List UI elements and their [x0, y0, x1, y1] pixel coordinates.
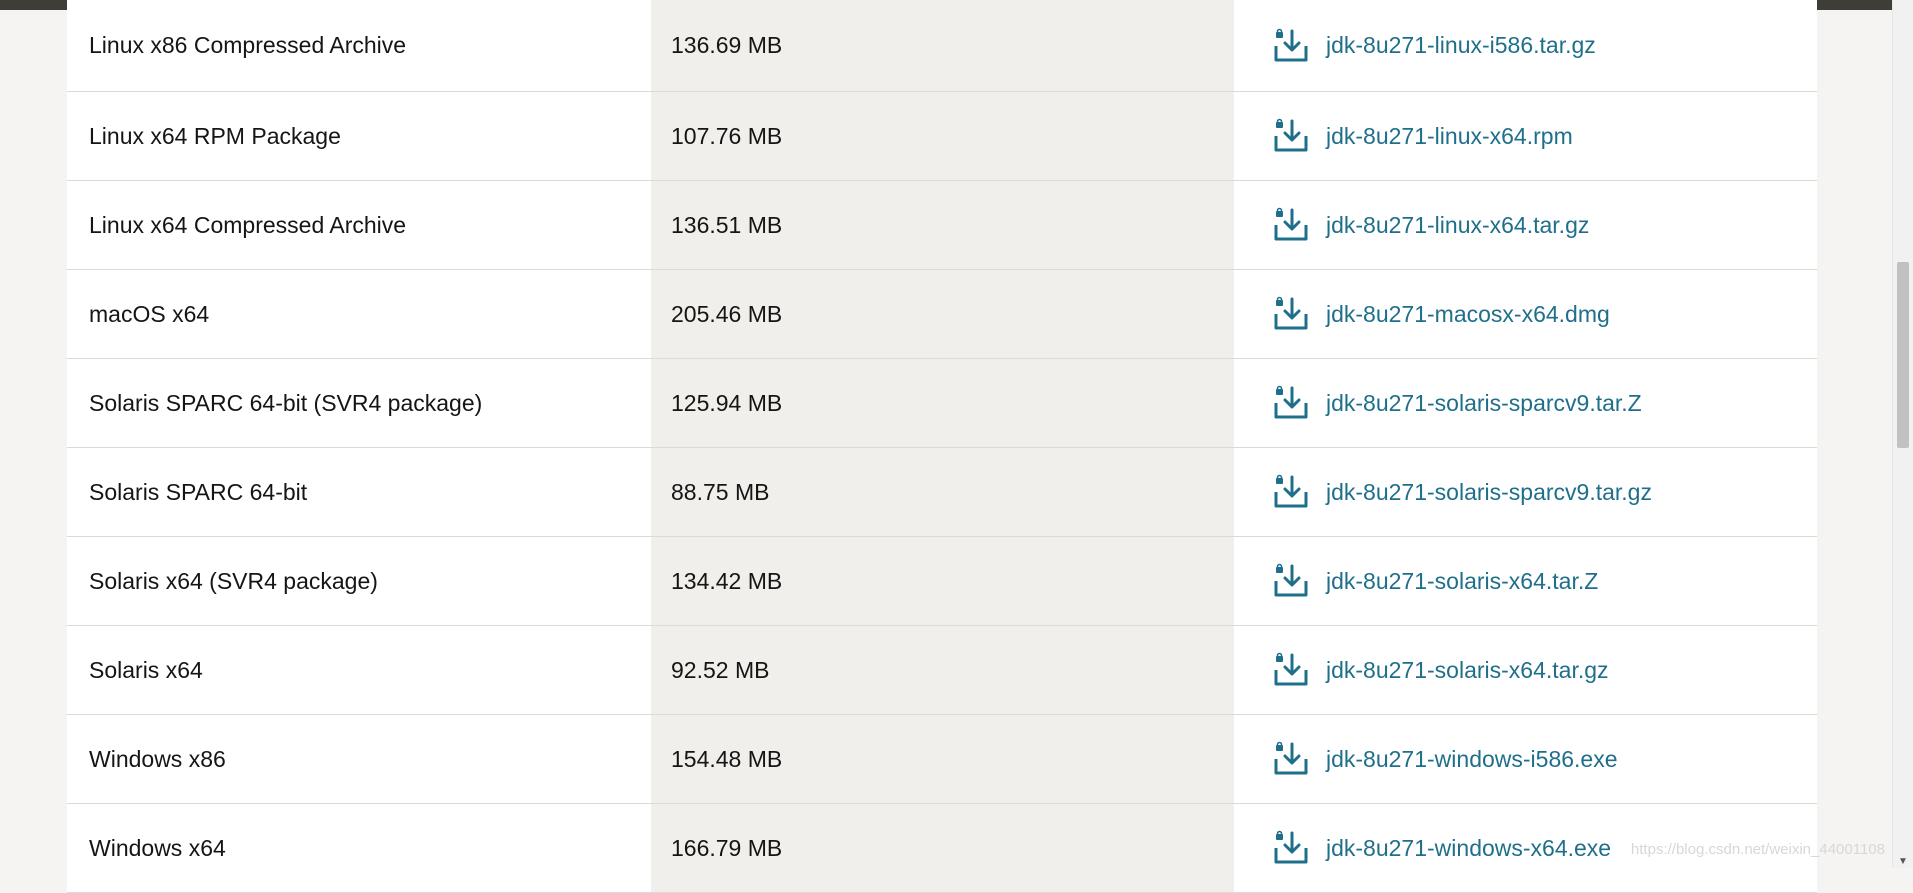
vertical-scrollbar[interactable]: ▼: [1892, 0, 1913, 868]
watermark: https://blog.csdn.net/weixin_44001108: [1630, 841, 1885, 858]
download-cell: jdk-8u271-linux-x64.tar.gz: [1234, 181, 1817, 269]
size-cell: 136.69 MB: [651, 0, 1234, 91]
download-link[interactable]: jdk-8u271-linux-x64.rpm: [1326, 123, 1573, 150]
download-lock-icon[interactable]: [1272, 296, 1308, 332]
download-link[interactable]: jdk-8u271-linux-x64.tar.gz: [1326, 212, 1589, 239]
size-cell: 205.46 MB: [651, 270, 1234, 358]
size-cell: 125.94 MB: [651, 359, 1234, 447]
size-cell: 136.51 MB: [651, 181, 1234, 269]
product-cell: Solaris x64: [67, 626, 651, 714]
download-lock-icon[interactable]: [1272, 474, 1308, 510]
download-lock-icon[interactable]: [1272, 28, 1308, 64]
download-link[interactable]: jdk-8u271-solaris-x64.tar.Z: [1326, 568, 1598, 595]
download-cell: jdk-8u271-solaris-x64.tar.Z: [1234, 537, 1817, 625]
product-cell: Solaris SPARC 64-bit (SVR4 package): [67, 359, 651, 447]
size-cell: 154.48 MB: [651, 715, 1234, 803]
product-cell: Linux x64 Compressed Archive: [67, 181, 651, 269]
download-lock-icon[interactable]: [1272, 652, 1308, 688]
download-link[interactable]: jdk-8u271-linux-i586.tar.gz: [1326, 32, 1596, 59]
size-cell: 107.76 MB: [651, 92, 1234, 180]
table-row: Windows x86 154.48 MB jdk-8u271-windows-…: [67, 715, 1817, 804]
download-link[interactable]: jdk-8u271-macosx-x64.dmg: [1326, 301, 1610, 328]
table-row: Solaris x64 (SVR4 package) 134.42 MB jdk…: [67, 537, 1817, 626]
size-cell: 134.42 MB: [651, 537, 1234, 625]
size-cell: 166.79 MB: [651, 804, 1234, 892]
scrollbar-thumb[interactable]: [1897, 262, 1909, 448]
product-cell: Windows x64: [67, 804, 651, 892]
table-row: Linux x64 RPM Package 107.76 MB jdk-8u27…: [67, 92, 1817, 181]
table-row: macOS x64 205.46 MB jdk-8u271-macosx-x64…: [67, 270, 1817, 359]
download-lock-icon[interactable]: [1272, 207, 1308, 243]
size-cell: 92.52 MB: [651, 626, 1234, 714]
table-row: Solaris SPARC 64-bit (SVR4 package) 125.…: [67, 359, 1817, 448]
download-table: Linux x86 Compressed Archive 136.69 MB j…: [67, 0, 1817, 893]
download-cell: jdk-8u271-windows-i586.exe: [1234, 715, 1817, 803]
table-row: Windows x64 166.79 MB jdk-8u271-windows-…: [67, 804, 1817, 893]
download-cell: jdk-8u271-linux-x64.rpm: [1234, 92, 1817, 180]
download-cell: jdk-8u271-linux-i586.tar.gz: [1234, 0, 1817, 91]
table-row: Solaris SPARC 64-bit 88.75 MB jdk-8u271-…: [67, 448, 1817, 537]
download-link[interactable]: jdk-8u271-solaris-x64.tar.gz: [1326, 657, 1609, 684]
scroll-down-arrow-icon[interactable]: ▼: [1897, 856, 1909, 867]
download-cell: jdk-8u271-solaris-sparcv9.tar.Z: [1234, 359, 1817, 447]
download-link[interactable]: jdk-8u271-solaris-sparcv9.tar.Z: [1326, 390, 1642, 417]
download-lock-icon[interactable]: [1272, 385, 1308, 421]
product-cell: Linux x64 RPM Package: [67, 92, 651, 180]
download-link[interactable]: jdk-8u271-windows-i586.exe: [1326, 746, 1618, 773]
product-cell: Linux x86 Compressed Archive: [67, 0, 651, 91]
download-cell: jdk-8u271-solaris-x64.tar.gz: [1234, 626, 1817, 714]
download-lock-icon[interactable]: [1272, 563, 1308, 599]
download-link[interactable]: jdk-8u271-solaris-sparcv9.tar.gz: [1326, 479, 1652, 506]
product-cell: Windows x86: [67, 715, 651, 803]
download-cell: jdk-8u271-solaris-sparcv9.tar.gz: [1234, 448, 1817, 536]
download-lock-icon[interactable]: [1272, 741, 1308, 777]
table-row: Solaris x64 92.52 MB jdk-8u271-solaris-x…: [67, 626, 1817, 715]
download-lock-icon[interactable]: [1272, 118, 1308, 154]
table-row: Linux x64 Compressed Archive 136.51 MB j…: [67, 181, 1817, 270]
product-cell: Solaris x64 (SVR4 package): [67, 537, 651, 625]
size-cell: 88.75 MB: [651, 448, 1234, 536]
product-cell: Solaris SPARC 64-bit: [67, 448, 651, 536]
download-lock-icon[interactable]: [1272, 830, 1308, 866]
download-link[interactable]: jdk-8u271-windows-x64.exe: [1326, 835, 1611, 862]
table-row: Linux x86 Compressed Archive 136.69 MB j…: [67, 0, 1817, 92]
product-cell: macOS x64: [67, 270, 651, 358]
download-cell: jdk-8u271-macosx-x64.dmg: [1234, 270, 1817, 358]
